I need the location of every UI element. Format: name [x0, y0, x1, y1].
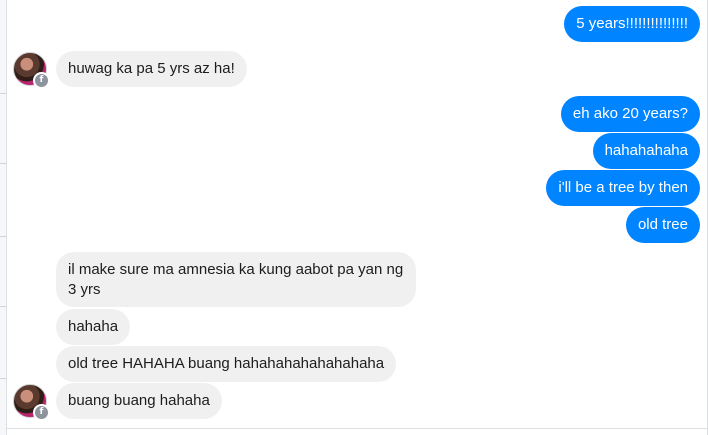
left-panel-edge: [0, 0, 7, 435]
incoming-message[interactable]: il make sure ma amnesia ka kung aabot pa…: [56, 252, 416, 307]
outgoing-message[interactable]: 5 years!!!!!!!!!!!!!!!: [564, 6, 700, 42]
incoming-message[interactable]: buang buang hahaha: [56, 383, 222, 419]
avatar[interactable]: f: [13, 384, 50, 421]
outgoing-message[interactable]: old tree: [625, 207, 700, 243]
facebook-icon: f: [33, 404, 50, 421]
left-edge-divider: [0, 236, 6, 237]
composer-divider: [6, 428, 708, 429]
left-edge-divider: [0, 93, 6, 94]
chat-thread: 5 years!!!!!!!!!!!!!!! f huwag ka pa 5 y…: [0, 0, 708, 435]
avatar[interactable]: f: [13, 52, 50, 89]
facebook-icon: f: [33, 72, 50, 89]
incoming-message[interactable]: old tree HAHAHA buang hahahahahahahahaha: [56, 346, 397, 382]
left-edge-divider: [0, 163, 6, 164]
left-edge-divider: [0, 306, 6, 307]
incoming-message[interactable]: huwag ka pa 5 yrs az ha!: [56, 51, 247, 87]
left-edge-divider: [0, 378, 6, 379]
incoming-message[interactable]: hahaha: [56, 309, 131, 345]
outgoing-message[interactable]: eh ako 20 years?: [560, 96, 700, 132]
outgoing-message[interactable]: hahahahaha: [592, 133, 700, 169]
outgoing-message[interactable]: i'll be a tree by then: [546, 170, 700, 206]
